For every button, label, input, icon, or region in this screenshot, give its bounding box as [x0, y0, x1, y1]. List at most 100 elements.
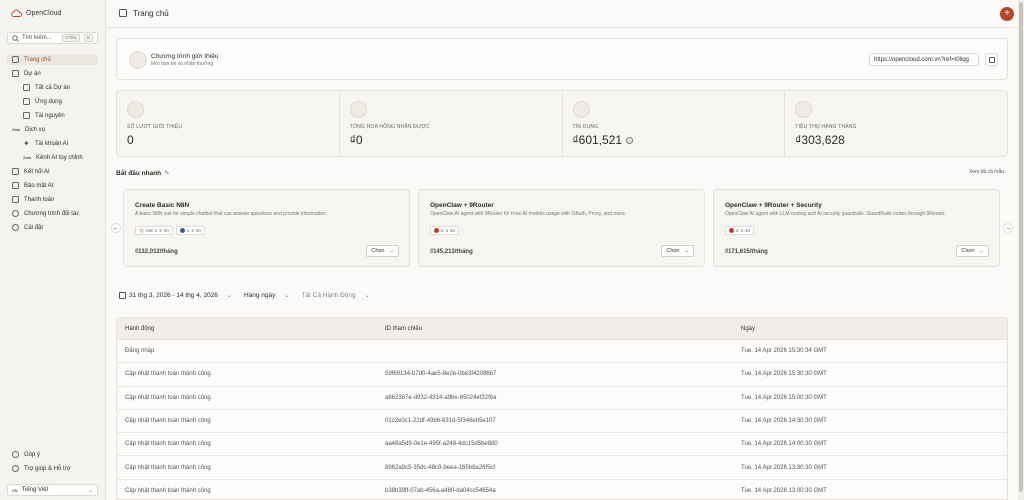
date-range-picker[interactable]: 31 thg 3, 2026 - 14 thg 4, 2026 ⌄	[119, 292, 232, 299]
cell-ref-id: b38b39ff-07ab-456a-a480-da04cc54654a	[385, 487, 496, 494]
sidebar-item-all-projects[interactable]: Tất cả Dự án	[23, 82, 70, 93]
chevron-down-icon: ⌄	[226, 293, 232, 299]
stats-panel: SỐ LƯỢT GIỚI THIỆU 0 TỔNG HOA HỒNG NHẬN …	[116, 90, 1008, 157]
cell-date: Tue, 14 Apr 2026 13:00:30 GMT	[741, 487, 827, 494]
language-select[interactable]: VN Tiếng Việt ⌄	[7, 484, 98, 496]
sidebar-item-billing[interactable]: Thanh toán	[12, 194, 54, 205]
sidebar-item-ai-security[interactable]: Bảo mật AI	[12, 180, 53, 191]
shortcut-ctrl: CTRL	[62, 34, 80, 42]
shield-icon	[12, 182, 19, 189]
action-filter-select[interactable]: Tất Cả Hành Động ⌄	[301, 292, 369, 299]
choose-button[interactable]: Chọn →	[956, 245, 989, 257]
table-header: Hành động ID tham chiếu Ngày	[117, 318, 1007, 340]
add-button[interactable]: +	[1000, 7, 1014, 21]
link-icon	[12, 168, 19, 175]
sidebar-item-home[interactable]: Trang chủ	[7, 54, 98, 65]
search-icon	[12, 34, 19, 42]
copy-icon	[988, 56, 995, 63]
coin-icon	[795, 101, 813, 118]
template-name: OpenClaw + 9Router + Security	[725, 202, 822, 209]
sparkle-icon: ✦	[23, 139, 30, 148]
referral-url-field[interactable]: https://opencloud.com.vn?ref=t0llqg	[869, 53, 979, 66]
badge-text: 2	[191, 228, 194, 233]
n8n-icon	[139, 228, 144, 233]
sidebar-item-label: Bảo mật AI	[24, 182, 54, 189]
sidebar-item-label: Dự án	[24, 70, 41, 77]
cell-ref-id: 59f69134-b7d0-4ae5-8e2e-0be3f42086b7	[385, 371, 497, 378]
choose-button[interactable]: Chọn →	[366, 245, 399, 257]
template-card[interactable]: OpenClaw + 9Router OpenClaw AI agent wit…	[418, 189, 705, 267]
handshake-icon	[12, 210, 19, 217]
sidebar-item-ai-accounts[interactable]: ✦ Tài khoản AI	[23, 138, 68, 149]
template-card[interactable]: OpenClaw + 9Router + Security OpenClaw A…	[713, 189, 1000, 267]
help-icon	[12, 465, 19, 472]
topbar: Trang chủ +	[106, 0, 1018, 28]
search-input[interactable]: Tìm kiếm... CTRL K	[7, 32, 98, 44]
cell-action: Cập nhật thanh toán thành công	[125, 418, 211, 425]
cell-ref-id: aa48a5d9-0e1e-495f-a248-4dc15d5be8d0	[385, 441, 498, 448]
template-name: Create Basic N8N	[135, 202, 190, 209]
cloud-icon	[11, 9, 22, 17]
app-name: OpenCloud	[26, 9, 62, 17]
quick-start-label: Bắt đầu nhanh	[116, 170, 162, 177]
granularity-label: Hàng ngày	[243, 292, 276, 299]
carousel-next-button[interactable]: →	[1003, 223, 1013, 233]
coin-icon	[572, 101, 590, 118]
card-icon	[12, 196, 19, 203]
table-row: Cập nhật thanh toán thành công 8962a9c5-3…	[117, 456, 1007, 480]
sidebar-item-projects[interactable]: Dự án	[12, 68, 41, 79]
sidebar-item-partners[interactable]: Chương trình đối tác	[12, 208, 79, 219]
sidebar-item-feedback[interactable]: Góp ý	[12, 449, 40, 460]
sidebar-item-ai-connect[interactable]: Kết nối AI	[12, 166, 50, 177]
sidebar-item-services[interactable]: Zalo Dịch vụ	[12, 124, 45, 135]
sidebar-item-custom-ai-channel[interactable]: Zalo Kênh AI tùy chỉnh	[23, 152, 83, 163]
scrollbar-thumb[interactable]	[1019, 2, 1023, 492]
stat-commission: TỔNG HOA HỒNG NHẬN ĐƯỢC ₫0	[340, 91, 563, 156]
grid-icon	[23, 98, 30, 105]
arrow-left-icon: ←	[112, 224, 120, 232]
template-badges: n8n 1 2 20 1 2 20	[135, 226, 205, 235]
sidebar-toggle-icon[interactable]	[119, 9, 127, 17]
home-icon	[12, 56, 19, 63]
sidebar-item-help[interactable]: Trợ giúp & Hỗ trợ	[12, 463, 71, 474]
sidebar-item-label: Tài khoản AI	[35, 140, 69, 147]
granularity-select[interactable]: Hàng ngày ⌄	[244, 292, 289, 299]
template-badges: 2 4 40	[725, 226, 755, 235]
table-row: Đăng nhập Tue, 14 Apr 2026 15:30:34 GMT	[117, 340, 1007, 364]
sidebar-item-resources[interactable]: Tài nguyên	[23, 110, 65, 121]
badge-text: 4	[740, 228, 744, 233]
template-price: ₫171,615/tháng	[725, 249, 768, 255]
action-filter-label: Tất Cả Hành Động	[301, 292, 356, 299]
template-desc: A basic N8N suit for simple chatbot that…	[135, 211, 328, 217]
view-all-templates-link[interactable]: Xem tất cả mẫu	[969, 169, 1004, 175]
column-header: Hành động	[125, 325, 155, 332]
chevron-down-icon: ⌄	[284, 293, 290, 299]
badge-text: 40	[745, 228, 751, 233]
resource-badge: 2 4 40	[725, 226, 755, 235]
postgres-icon	[179, 228, 185, 233]
choose-label: Chọn	[961, 248, 975, 254]
chevron-down-icon: ⌄	[87, 487, 93, 494]
sidebar-item-settings[interactable]: Cài đặt	[12, 222, 43, 233]
stat-label: TỔNG HOA HỒNG NHẬN ĐƯỢC	[349, 124, 430, 130]
sidebar-item-apps[interactable]: Ứng dụng	[23, 96, 62, 107]
chat-icon	[12, 451, 19, 458]
stat-label: SỐ LƯỢT GIỚI THIỆU	[127, 124, 183, 130]
cell-action: Cập nhật thanh toán thành công	[125, 371, 211, 378]
stat-value: 0	[127, 133, 134, 147]
template-card[interactable]: Create Basic N8N A basic N8N suit for si…	[123, 189, 410, 267]
copy-button[interactable]	[985, 53, 998, 66]
carousel-prev-button[interactable]: ←	[111, 223, 121, 233]
stat-referrals: SỐ LƯỢT GIỚI THIỆU 0	[117, 91, 340, 156]
stat-credit: TÍN DỤNG ₫601,521 i	[563, 91, 786, 156]
sidebar-item-label: Dịch vụ	[25, 126, 46, 133]
page-scrollbar[interactable]	[1018, 0, 1024, 500]
search-placeholder: Tìm kiếm...	[22, 35, 52, 41]
choose-button[interactable]: Chọn →	[661, 245, 694, 257]
app-logo[interactable]: OpenCloud	[11, 9, 61, 17]
badge-text: 40	[450, 228, 456, 233]
badge-text: n8n 1	[146, 228, 158, 233]
badge-text: 2	[441, 228, 444, 233]
shortcut-key: K	[83, 34, 93, 42]
info-icon[interactable]: i	[626, 137, 634, 145]
